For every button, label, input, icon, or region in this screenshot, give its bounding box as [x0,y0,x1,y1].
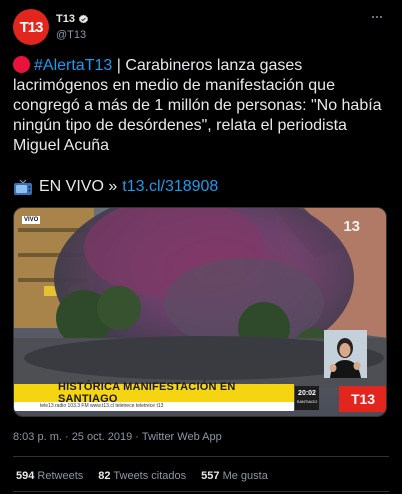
tweet-meta: 8:03 p. m. · 25 oct. 2019 · Twitter Web … [13,431,222,443]
clock-widget: 20:02 SANTIAGO [295,386,319,410]
more-options-icon[interactable] [369,11,385,23]
t13-badge: T13 [339,386,386,412]
t13-badge-text: T13 [350,391,376,407]
quotes-label: Tweets citados [113,470,187,482]
channel-corner-logo: 13 [343,218,360,235]
news-ticker: tele13 radio 103.3 FM www.t13.cl teletre… [14,402,294,411]
retweets-count: 594 [16,470,35,482]
retweets-label: Retweets [37,470,84,482]
sign-interpreter-inset [324,330,367,378]
red-circle-emoji-icon [13,56,30,73]
live-tag: VIVO [22,216,41,224]
live-line: EN VIVO » t13.cl/318908 [13,177,218,197]
retweets-stat[interactable]: 594 Retweets [16,470,83,482]
divider-bottom [13,491,389,492]
tweet-card: T13 T13 @T13 #AlertaT13 | Carabineros la… [0,0,402,494]
quotes-stat[interactable]: 82 Tweets citados [98,470,186,482]
likes-count: 557 [201,470,220,482]
likes-label: Me gusta [222,470,268,482]
tweet-text: #AlertaT13 | Carabineros lanza gases lac… [13,56,391,156]
timestamp[interactable]: 8:03 p. m. · 25 oct. 2019 [13,431,132,443]
tweet-header: T13 T13 @T13 [13,9,389,45]
engagement-stats: 594 Retweets 82 Tweets citados 557 Me gu… [16,470,283,482]
avatar[interactable]: T13 [13,9,49,45]
live-label: EN VIVO » [39,178,118,195]
name-row: T13 [56,12,89,26]
meta-separator: · [132,431,142,443]
quotes-count: 82 [98,470,111,482]
avatar-logo: T13 [19,18,44,36]
verified-badge-icon [78,14,89,25]
headline-bar: HISTÓRICA MANIFESTACIÓN EN SANTIAGO [14,381,294,405]
source-app[interactable]: Twitter Web App [142,431,222,443]
likes-stat[interactable]: 557 Me gusta [201,470,268,482]
author-block: T13 @T13 [56,12,89,41]
divider-top [13,456,389,457]
handle[interactable]: @T13 [56,29,89,41]
article-link[interactable]: t13.cl/318908 [122,177,218,197]
video-media[interactable]: VIVO 13 HISTÓRICA MANIFESTACIÓN EN SANTI… [13,207,387,417]
hashtag-link[interactable]: #AlertaT13 [34,57,112,74]
display-name[interactable]: T13 [56,13,75,25]
clock-city: SANTIAGO [296,399,318,404]
television-emoji-icon [13,179,33,196]
clock-time: 20:02 [298,390,316,397]
